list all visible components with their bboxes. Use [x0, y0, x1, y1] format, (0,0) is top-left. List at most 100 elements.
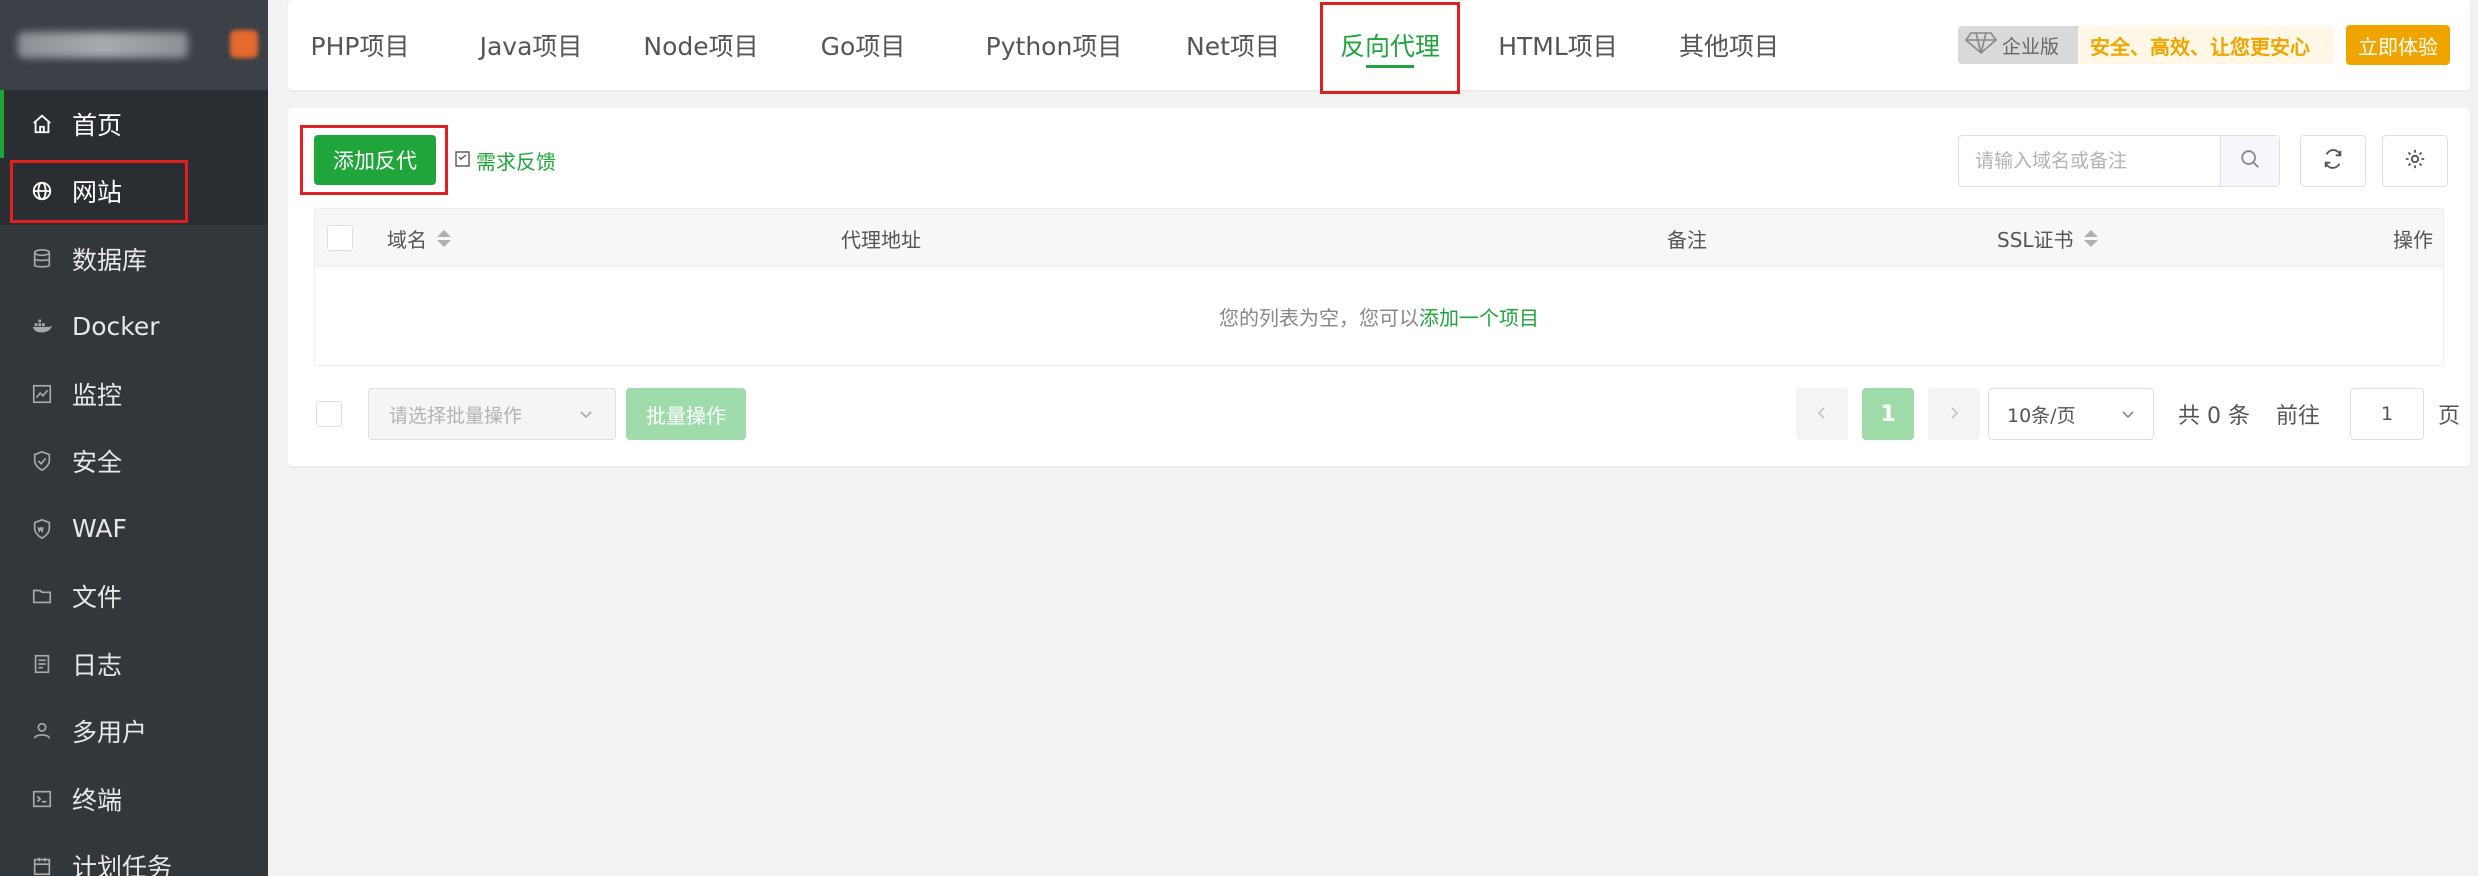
- prev-page-button[interactable]: [1796, 388, 1848, 440]
- tab-html[interactable]: HTML项目: [1488, 0, 1628, 90]
- tab-label: PHP项目: [310, 32, 410, 61]
- sidebar-item-label: 首页: [72, 110, 123, 140]
- sort-icon[interactable]: [2083, 229, 2098, 247]
- sidebar-item-label: 监控: [72, 380, 123, 410]
- sidebar-item-waf[interactable]: WAF: [0, 495, 268, 563]
- column-label: 域名: [387, 227, 427, 252]
- sidebar-item-docker[interactable]: Docker: [0, 293, 268, 361]
- column-domain[interactable]: 域名: [387, 209, 451, 267]
- enterprise-slogan: 安全、高效、让您更安心: [2090, 34, 2310, 59]
- column-label: 代理地址: [841, 227, 921, 252]
- highlight-box: [10, 159, 188, 223]
- enterprise-promo[interactable]: 企业版 安全、高效、让您更安心: [1958, 26, 2334, 64]
- tab-label: HTML项目: [1498, 32, 1618, 61]
- refresh-button[interactable]: [2300, 135, 2366, 187]
- sidebar-item-monitor[interactable]: 监控: [0, 360, 268, 428]
- search-box: [1958, 135, 2280, 187]
- add-project-link[interactable]: 添加一个项目: [1419, 302, 1539, 331]
- tab-label: Net项目: [1186, 32, 1280, 61]
- sidebar-item-label: 安全: [72, 448, 123, 478]
- sidebar-item-label: 终端: [72, 785, 123, 815]
- calendar-icon: [30, 854, 54, 876]
- sidebar-item-label: 数据库: [72, 245, 148, 275]
- tab-reverse-proxy[interactable]: 反向代理: [1320, 0, 1460, 94]
- tab-python[interactable]: Python项目: [974, 0, 1134, 90]
- sidebar-item-label: 文件: [72, 583, 123, 613]
- feedback-icon: [454, 149, 472, 173]
- enterprise-badge-label: 企业版: [2002, 35, 2060, 58]
- home-icon: [30, 112, 54, 136]
- page-size-value: 10条/页: [2007, 404, 2076, 427]
- waf-shield-icon: [30, 517, 54, 541]
- try-now-button[interactable]: 立即体验: [2346, 25, 2450, 65]
- tab-label: Java项目: [479, 32, 583, 61]
- sidebar-item-security[interactable]: 安全: [0, 428, 268, 496]
- goto-page-input[interactable]: [2350, 388, 2424, 440]
- monitor-icon: [30, 382, 54, 406]
- page-number-current[interactable]: 1: [1862, 388, 1914, 440]
- sidebar-item-database[interactable]: 数据库: [0, 225, 268, 293]
- sidebar-item-logs[interactable]: 日志: [0, 630, 268, 698]
- chevron-down-icon: [2119, 405, 2137, 428]
- docker-icon: [30, 314, 54, 338]
- project-tabs: PHP项目 Java项目 Node项目 Go项目 Python项目 Net项目 …: [288, 0, 2470, 94]
- footer-select-all-checkbox[interactable]: [316, 401, 342, 427]
- select-all-cell: [327, 209, 353, 267]
- terminal-icon: [30, 787, 54, 811]
- column-ssl[interactable]: SSL证书: [1997, 209, 2098, 267]
- column-proxy-address: 代理地址: [841, 209, 921, 267]
- tab-label: Go项目: [820, 32, 906, 61]
- server-info[interactable]: [0, 0, 268, 90]
- feedback-link[interactable]: 需求反馈: [454, 146, 556, 175]
- total-count: 共 0 条: [2178, 404, 2250, 429]
- gear-icon: [2404, 148, 2426, 174]
- sidebar-item-label: 多用户: [72, 718, 148, 748]
- tab-label: Node项目: [643, 32, 759, 61]
- sidebar-item-users[interactable]: 多用户: [0, 698, 268, 766]
- settings-button[interactable]: [2382, 135, 2448, 187]
- users-icon: [30, 719, 54, 743]
- chevron-left-icon: [1814, 402, 1830, 427]
- next-page-button[interactable]: [1928, 388, 1980, 440]
- proxy-list-panel: 添加反代 需求反馈 域名: [288, 108, 2470, 466]
- database-icon: [30, 247, 54, 271]
- search-button[interactable]: [2220, 136, 2279, 186]
- batch-select-placeholder: 请选择批量操作: [389, 404, 523, 427]
- tab-label: Python项目: [985, 32, 1123, 61]
- tab-php[interactable]: PHP项目: [300, 0, 420, 90]
- batch-operation-select[interactable]: 请选择批量操作: [368, 388, 616, 440]
- page-size-select[interactable]: 10条/页: [1988, 388, 2154, 440]
- select-all-checkbox[interactable]: [327, 225, 353, 251]
- sidebar-item-website[interactable]: 网站: [0, 157, 268, 225]
- server-ip-blurred: [18, 32, 188, 58]
- sidebar-item-terminal[interactable]: 终端: [0, 765, 268, 833]
- shield-icon: [30, 449, 54, 473]
- tab-other[interactable]: 其他项目: [1662, 0, 1796, 90]
- table-header: 域名 代理地址 备注 SSL证书 操作: [315, 209, 2443, 267]
- sidebar-item-home[interactable]: 首页: [0, 90, 268, 158]
- sidebar-menu: 首页 网站 数据库 Docker 监控 安全 WAF 文件 日志 多用户 终端 …: [0, 90, 268, 876]
- sidebar-item-files[interactable]: 文件: [0, 563, 268, 631]
- log-icon: [30, 652, 54, 676]
- column-label: 备注: [1667, 227, 1707, 252]
- sidebar-item-label: 日志: [72, 650, 123, 680]
- tab-java[interactable]: Java项目: [468, 0, 594, 90]
- column-label: 操作: [2393, 227, 2433, 252]
- page-suffix: 页: [2438, 404, 2461, 429]
- sidebar-item-label: WAF: [72, 514, 127, 544]
- search-input[interactable]: [1959, 136, 2220, 186]
- tab-net[interactable]: Net项目: [1168, 0, 1298, 90]
- sidebar-item-cron[interactable]: 计划任务: [0, 833, 268, 876]
- goto-label: 前往: [2276, 404, 2321, 429]
- tab-node[interactable]: Node项目: [636, 0, 766, 90]
- notification-icon[interactable]: [230, 30, 258, 58]
- batch-operation-button[interactable]: 批量操作: [626, 388, 746, 440]
- column-remark: 备注: [1667, 209, 1707, 267]
- sort-icon[interactable]: [437, 229, 451, 247]
- sidebar-item-label: 计划任务: [72, 853, 173, 876]
- add-reverse-proxy-button[interactable]: 添加反代: [314, 135, 436, 185]
- tab-go[interactable]: Go项目: [808, 0, 918, 90]
- search-icon: [2239, 148, 2261, 174]
- empty-state: 您的列表为空，您可以 添加一个项目: [315, 267, 2443, 365]
- column-operations: 操作: [2393, 209, 2433, 267]
